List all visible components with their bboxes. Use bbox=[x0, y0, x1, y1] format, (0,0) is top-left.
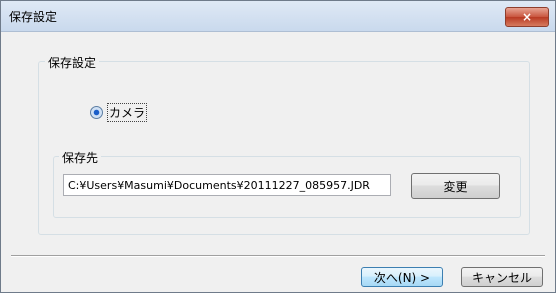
radio-selected-icon[interactable] bbox=[90, 106, 103, 119]
change-button[interactable]: 変更 bbox=[411, 173, 500, 199]
next-button[interactable]: 次へ(N) > bbox=[361, 267, 443, 287]
window-title: 保存設定 bbox=[9, 10, 58, 24]
camera-radio-label[interactable]: カメラ bbox=[107, 103, 148, 122]
destination-group-label: 保存先 bbox=[59, 149, 102, 166]
cancel-button[interactable]: キャンセル bbox=[461, 267, 543, 287]
title-bar[interactable]: 保存設定 × bbox=[1, 1, 555, 32]
save-settings-group-label: 保存設定 bbox=[45, 54, 100, 71]
dialog-window: 保存設定 × 保存設定 カメラ 保存先 C:¥Users¥Masumi¥Docu… bbox=[0, 0, 556, 293]
close-icon: × bbox=[521, 10, 533, 24]
close-button[interactable]: × bbox=[505, 7, 549, 27]
camera-radio-option[interactable]: カメラ bbox=[90, 103, 148, 122]
save-path-field[interactable]: C:¥Users¥Masumi¥Documents¥20111227_08595… bbox=[63, 174, 391, 196]
footer-divider bbox=[11, 255, 545, 257]
